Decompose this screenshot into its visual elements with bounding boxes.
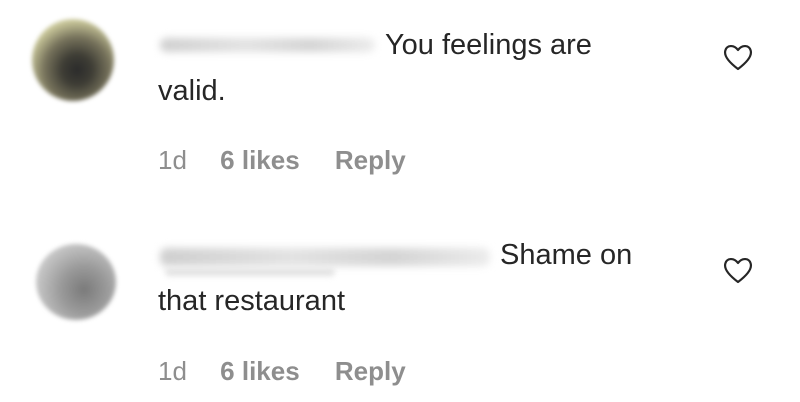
- comment-meta: 1d 6 likes Reply: [158, 145, 406, 175]
- comment-meta: 1d 6 likes Reply: [158, 356, 406, 386]
- comment-text-line: Shame on: [500, 239, 633, 271]
- username-redacted-extra: [165, 268, 335, 276]
- avatar[interactable]: [32, 19, 114, 101]
- comment-timestamp[interactable]: 1d: [158, 145, 187, 175]
- comment-text-line: valid.: [158, 75, 226, 107]
- heart-icon[interactable]: [722, 42, 754, 72]
- reply-button[interactable]: Reply: [335, 356, 406, 386]
- likes-count[interactable]: 6 likes: [220, 145, 300, 175]
- likes-count[interactable]: 6 likes: [220, 356, 300, 386]
- username-redacted[interactable]: [160, 38, 375, 52]
- comment-item: You feelings are valid. 1d 6 likes Reply: [0, 0, 800, 200]
- avatar[interactable]: [36, 244, 116, 320]
- reply-button[interactable]: Reply: [335, 145, 406, 175]
- comment-timestamp[interactable]: 1d: [158, 356, 187, 386]
- comment-text-line: You feelings are: [385, 29, 592, 61]
- username-redacted[interactable]: [160, 248, 490, 266]
- comment-text-line: that restaurant: [158, 285, 345, 317]
- comment-item: Shame on that restaurant 1d 6 likes Repl…: [0, 210, 800, 402]
- heart-icon[interactable]: [722, 255, 754, 285]
